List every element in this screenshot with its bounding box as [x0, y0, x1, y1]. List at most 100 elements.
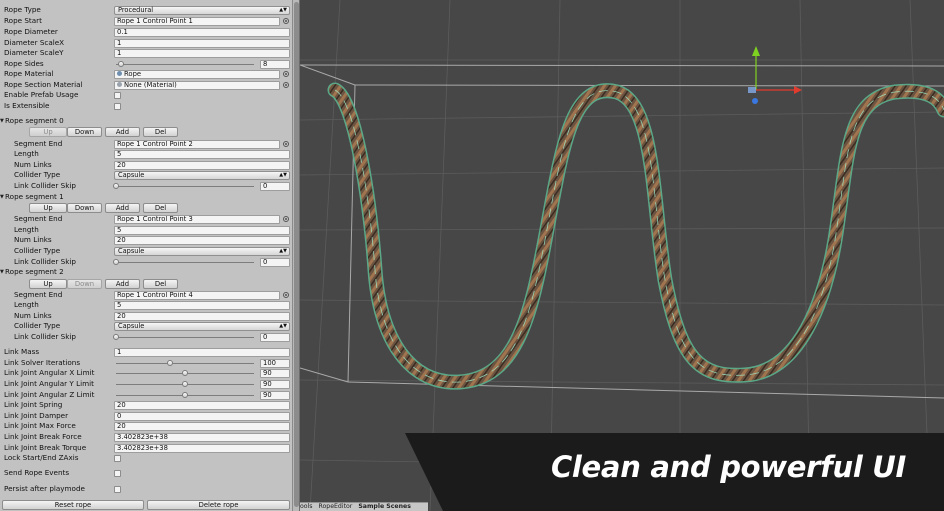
rope-start-row: Rope Start Rope 1 Control Point 1 [0, 16, 293, 26]
send-rope-events-checkbox[interactable] [114, 469, 121, 477]
segment-end-label: Segment End [14, 290, 63, 299]
link-collider-skip-field[interactable]: 0 [260, 332, 290, 342]
diameter-scale-y-field[interactable]: 1 [114, 48, 290, 58]
segment-add-button[interactable]: Add [105, 127, 140, 137]
collider-type-label: Collider Type [14, 246, 61, 255]
angular-z-limit-row: Link Joint Angular Z Limit 90 [0, 390, 293, 400]
segment-add-button[interactable]: Add [105, 279, 140, 289]
tab-rope-editor[interactable]: RopeEditor [318, 503, 352, 510]
delete-rope-button[interactable]: Delete rope [147, 500, 290, 510]
rope-start-label: Rope Start [4, 16, 42, 25]
inspector-scrollbar[interactable] [293, 0, 300, 511]
rope-texture [329, 84, 944, 389]
link-collider-skip-thumb[interactable] [113, 183, 119, 189]
persist-after-playmode-checkbox[interactable] [114, 485, 121, 493]
num-links-row: Num Links 20 [0, 160, 293, 170]
collider-type-dropdown[interactable]: Capsule ▲▼ [114, 321, 290, 331]
rope-type-dropdown[interactable]: Procedural ▲▼ [114, 5, 290, 15]
transform-gizmo[interactable] [748, 46, 802, 104]
rope-start-field[interactable]: Rope 1 Control Point 1 [114, 16, 280, 26]
enable-prefab-usage-checkbox[interactable] [114, 91, 121, 99]
angular-z-limit-label: Link Joint Angular Z Limit [4, 390, 95, 399]
segment-up-button[interactable]: Up [29, 127, 67, 137]
link-collider-skip-thumb[interactable] [113, 334, 119, 340]
angular-y-limit-thumb[interactable] [182, 381, 188, 387]
diameter-scale-x-field[interactable]: 1 [114, 38, 290, 48]
segment-del-button[interactable]: Del [143, 127, 178, 137]
segment-end-field[interactable]: Rope 1 Control Point 2 [114, 139, 280, 149]
segment-up-button[interactable]: Up [29, 279, 67, 289]
rope-type-row: Rope Type Procedural ▲▼ [0, 5, 293, 15]
rope-sides-slider-track[interactable] [116, 63, 254, 65]
num-links-field[interactable]: 20 [114, 235, 290, 245]
link-collider-skip-track[interactable] [116, 185, 254, 187]
link-collider-skip-field[interactable]: 0 [260, 257, 290, 267]
object-picker-icon[interactable] [283, 82, 289, 88]
angular-x-limit-thumb[interactable] [182, 370, 188, 376]
rope-section-material-field[interactable]: None (Material) [114, 80, 280, 90]
tab-tools[interactable]: ools [300, 503, 313, 510]
object-picker-icon[interactable] [283, 71, 289, 77]
foldout-arrow-icon[interactable]: ▼ [0, 192, 4, 202]
object-picker-icon[interactable] [283, 292, 289, 298]
length-field[interactable]: 5 [114, 300, 290, 310]
segment-2-header[interactable]: ▼ Rope segment 2 [0, 267, 293, 277]
angular-y-limit-field[interactable]: 90 [260, 379, 290, 389]
segment-down-button[interactable]: Down [67, 279, 102, 289]
link-joint-max-force-field[interactable]: 20 [114, 421, 290, 431]
rope-sides-field[interactable]: 8 [260, 59, 290, 69]
rope-diameter-field[interactable]: 0.1 [114, 27, 290, 37]
length-field[interactable]: 5 [114, 149, 290, 159]
segment-up-button[interactable]: Up [29, 203, 67, 213]
segment-0-header[interactable]: ▼ Rope segment 0 [0, 116, 293, 126]
segment-end-row: Segment End Rope 1 Control Point 3 [0, 214, 293, 224]
num-links-label: Num Links [14, 311, 52, 320]
object-picker-icon[interactable] [283, 18, 289, 24]
rope-material-field[interactable]: Rope [114, 69, 280, 79]
collider-type-dropdown[interactable]: Capsule ▲▼ [114, 170, 290, 180]
segment-add-button[interactable]: Add [105, 203, 140, 213]
link-mass-field[interactable]: 1 [114, 347, 290, 357]
tab-sample-scenes[interactable]: Sample Scenes [358, 503, 411, 510]
collider-type-label: Collider Type [14, 321, 61, 330]
enable-prefab-usage-row: Enable Prefab Usage [0, 90, 293, 100]
scrollbar-thumb[interactable] [294, 2, 299, 507]
segment-down-button[interactable]: Down [67, 127, 102, 137]
collider-type-dropdown[interactable]: Capsule ▲▼ [114, 246, 290, 256]
link-collider-skip-label: Link Collider Skip [14, 257, 76, 266]
object-picker-icon[interactable] [283, 141, 289, 147]
lock-start-end-zaxis-checkbox[interactable] [114, 454, 121, 462]
link-joint-break-force-field[interactable]: 3.402823e+38 [114, 432, 290, 442]
link-collider-skip-field[interactable]: 0 [260, 181, 290, 191]
segment-del-button[interactable]: Del [143, 279, 178, 289]
link-solver-iterations-field[interactable]: 100 [260, 358, 290, 368]
num-links-field[interactable]: 20 [114, 160, 290, 170]
diameter-scale-x-label: Diameter ScaleX [4, 38, 65, 47]
segment-end-field[interactable]: Rope 1 Control Point 4 [114, 290, 280, 300]
link-joint-damper-field[interactable]: 0 [114, 411, 290, 421]
link-joint-spring-field[interactable]: 20 [114, 400, 290, 410]
angular-x-limit-field[interactable]: 90 [260, 368, 290, 378]
segment-1-header[interactable]: ▼ Rope segment 1 [0, 192, 293, 202]
link-collider-skip-thumb[interactable] [113, 259, 119, 265]
foldout-arrow-icon[interactable]: ▼ [0, 267, 4, 277]
link-collider-skip-track[interactable] [116, 261, 254, 263]
link-solver-iterations-track[interactable] [116, 362, 254, 364]
rope-sides-slider-thumb[interactable] [118, 61, 124, 67]
link-collider-skip-track[interactable] [116, 336, 254, 338]
num-links-field[interactable]: 20 [114, 311, 290, 321]
segment-end-field[interactable]: Rope 1 Control Point 3 [114, 214, 280, 224]
segment-down-button[interactable]: Down [67, 203, 102, 213]
foldout-arrow-icon[interactable]: ▼ [0, 116, 4, 126]
angular-z-limit-thumb[interactable] [182, 392, 188, 398]
diameter-scale-x-row: Diameter ScaleX 1 [0, 38, 293, 48]
angular-z-limit-field[interactable]: 90 [260, 390, 290, 400]
object-picker-icon[interactable] [283, 216, 289, 222]
reset-rope-button[interactable]: Reset rope [2, 500, 144, 510]
link-solver-iterations-label: Link Solver Iterations [4, 358, 81, 367]
link-joint-break-torque-field[interactable]: 3.402823e+38 [114, 443, 290, 453]
length-field[interactable]: 5 [114, 225, 290, 235]
segment-del-button[interactable]: Del [143, 203, 178, 213]
is-extensible-checkbox[interactable] [114, 102, 121, 110]
link-solver-iterations-thumb[interactable] [167, 360, 173, 366]
